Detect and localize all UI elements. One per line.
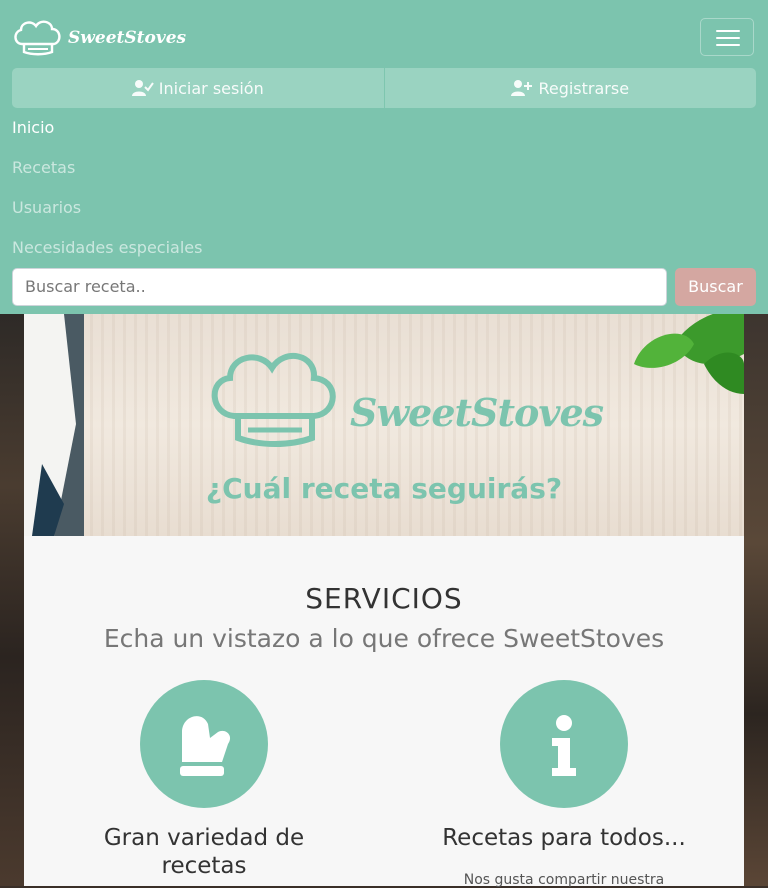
- service-icon-circle: [140, 680, 268, 808]
- nav-item-inicio[interactable]: Inicio: [12, 108, 202, 148]
- services-section: SERVICIOS Echa un vistazo a lo que ofrec…: [24, 536, 744, 888]
- search-input[interactable]: Buscar receta..: [12, 268, 667, 306]
- login-label: Iniciar sesión: [158, 78, 264, 98]
- chef-hat-icon: [14, 20, 61, 56]
- service-icon-circle: [500, 680, 628, 808]
- services-title: SERVICIOS: [305, 582, 463, 615]
- chef-hat-logo-icon: [211, 353, 336, 447]
- hero-tagline: ¿Cuál receta seguirás?: [205, 472, 563, 505]
- user-check-icon: [131, 80, 154, 96]
- basil-leaves-image: [634, 314, 744, 394]
- hero-banner: SweetStoves ¿Cuál receta seguirás?: [24, 314, 744, 536]
- nav-item-recetas[interactable]: Recetas: [12, 148, 202, 188]
- register-label: Registrarse: [538, 78, 630, 98]
- background-wood-right: [744, 314, 768, 886]
- navbar: SweetStoves Iniciar sesión Registrarse I…: [0, 0, 768, 314]
- nav-menu: Inicio Recetas Usuarios Necesidades espe…: [12, 108, 202, 268]
- menu-toggle-button[interactable]: [700, 18, 754, 56]
- service-title: Recetas para todos...: [442, 825, 686, 851]
- brand-logo[interactable]: SweetStoves: [12, 18, 186, 58]
- auth-buttons: Iniciar sesión Registrarse: [12, 68, 756, 108]
- login-button[interactable]: Iniciar sesión: [12, 68, 384, 108]
- oven-mitt-icon: [180, 716, 231, 776]
- brand-name: SweetStoves: [68, 28, 187, 48]
- service-title: Gran variedad de recetas: [103, 825, 305, 879]
- background-wood-left: [0, 314, 24, 886]
- register-button[interactable]: Registrarse: [383, 68, 757, 108]
- nav-item-usuarios[interactable]: Usuarios: [12, 188, 202, 228]
- info-icon: [552, 715, 576, 776]
- hamburger-icon: [716, 30, 740, 32]
- user-plus-icon: [511, 80, 533, 96]
- nav-item-necesidades-especiales[interactable]: Necesidades especiales: [12, 228, 202, 268]
- services-subtitle: Echa un vistazo a lo que ofrece SweetSto…: [103, 624, 665, 653]
- search-button[interactable]: Buscar: [675, 268, 756, 306]
- hero-brand-name: SweetStoves: [350, 390, 604, 435]
